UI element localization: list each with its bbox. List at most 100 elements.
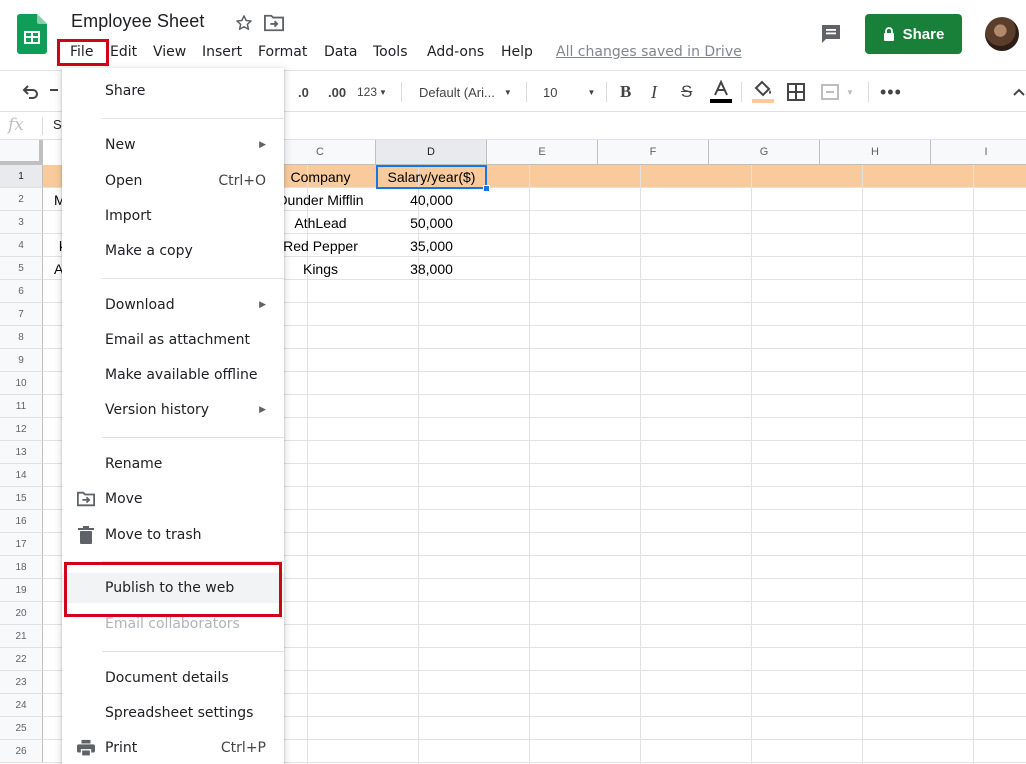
- row-header[interactable]: 4: [0, 234, 43, 257]
- fill-handle[interactable]: [483, 185, 490, 192]
- row-header[interactable]: 11: [0, 395, 43, 418]
- row-header[interactable]: 10: [0, 372, 43, 395]
- select-all-corner[interactable]: [0, 140, 43, 165]
- cell-d4[interactable]: 35,000: [376, 234, 487, 257]
- font-size-label: 10: [543, 84, 558, 100]
- row-header[interactable]: 6: [0, 280, 43, 303]
- redo-icon[interactable]: [50, 71, 62, 113]
- column-header[interactable]: E: [487, 140, 598, 165]
- row-header[interactable]: 18: [0, 556, 43, 579]
- formula-input[interactable]: S: [53, 117, 62, 132]
- increase-decimal-button[interactable]: .00: [328, 71, 346, 113]
- share-button[interactable]: Share: [865, 14, 962, 54]
- move-folder-icon[interactable]: [263, 13, 285, 33]
- decrease-decimal-button[interactable]: .0: [298, 71, 309, 113]
- avatar[interactable]: [985, 17, 1019, 51]
- merge-cells-icon[interactable]: ▼: [820, 71, 854, 113]
- column-header[interactable]: F: [598, 140, 709, 165]
- menu-edit[interactable]: Edit: [110, 44, 137, 60]
- row-header[interactable]: 20: [0, 602, 43, 625]
- menu-open[interactable]: Open Ctrl+O: [62, 166, 284, 196]
- font-family-label: Default (Ari...: [419, 84, 495, 100]
- undo-icon[interactable]: [20, 71, 40, 113]
- menu-insert[interactable]: Insert: [202, 44, 242, 60]
- row-header[interactable]: 8: [0, 326, 43, 349]
- shortcut-label: Ctrl+P: [220, 740, 266, 756]
- menu-make-copy[interactable]: Make a copy: [62, 236, 284, 266]
- font-size-dropdown[interactable]: 10 ▼: [543, 71, 595, 113]
- column-header[interactable]: H: [820, 140, 931, 165]
- row-header[interactable]: 22: [0, 648, 43, 671]
- row-header[interactable]: 17: [0, 533, 43, 556]
- menu-share[interactable]: Share: [62, 76, 284, 106]
- text-color-icon[interactable]: [710, 71, 732, 113]
- number-format-dropdown[interactable]: 123 ▼: [357, 71, 387, 113]
- chevron-down-icon: ▼: [846, 87, 854, 97]
- menu-addons[interactable]: Add-ons: [427, 44, 484, 60]
- row-header[interactable]: 26: [0, 740, 43, 763]
- chevron-down-icon: ▼: [379, 87, 387, 97]
- row-header[interactable]: 9: [0, 349, 43, 372]
- menu-rename[interactable]: Rename: [62, 449, 284, 479]
- more-options-icon[interactable]: •••: [880, 71, 902, 113]
- save-status-link[interactable]: All changes saved in Drive: [556, 44, 742, 60]
- menu-download[interactable]: Download ▶: [62, 290, 284, 320]
- comment-history-icon[interactable]: [819, 22, 843, 46]
- menu-item-label: Make available offline: [105, 367, 258, 383]
- print-icon: [77, 739, 95, 757]
- row-header[interactable]: 24: [0, 694, 43, 717]
- row-header[interactable]: 13: [0, 441, 43, 464]
- menu-email-attachment[interactable]: Email as attachment: [62, 325, 284, 355]
- italic-icon[interactable]: I: [651, 71, 657, 113]
- toolbar-divider: [606, 82, 607, 102]
- menu-help[interactable]: Help: [501, 44, 533, 60]
- font-family-dropdown[interactable]: Default (Ari... ▼: [419, 71, 512, 113]
- column-header[interactable]: G: [709, 140, 820, 165]
- row-header[interactable]: 15: [0, 487, 43, 510]
- row-header[interactable]: 21: [0, 625, 43, 648]
- row-header[interactable]: 19: [0, 579, 43, 602]
- menu-new[interactable]: New ▶: [62, 130, 284, 160]
- column-header[interactable]: I: [931, 140, 1026, 165]
- document-title[interactable]: Employee Sheet: [71, 11, 204, 32]
- menu-version-history[interactable]: Version history ▶: [62, 395, 284, 425]
- row-header[interactable]: 14: [0, 464, 43, 487]
- menu-make-offline[interactable]: Make available offline: [62, 360, 284, 390]
- cell-d3[interactable]: 50,000: [376, 211, 487, 234]
- row-header[interactable]: 25: [0, 717, 43, 740]
- menu-divider: [102, 118, 284, 119]
- app-header: Employee Sheet File Edit View Insert For…: [0, 0, 1026, 70]
- row-header[interactable]: 23: [0, 671, 43, 694]
- formula-divider: [42, 117, 43, 135]
- menu-import[interactable]: Import: [62, 201, 284, 231]
- menu-move[interactable]: Move: [62, 484, 284, 514]
- menu-item-label: Download: [105, 297, 175, 313]
- row-header[interactable]: 1: [0, 165, 43, 188]
- menu-tools[interactable]: Tools: [373, 44, 408, 60]
- row-header[interactable]: 3: [0, 211, 43, 234]
- star-icon[interactable]: [234, 13, 254, 33]
- row-header[interactable]: 16: [0, 510, 43, 533]
- menu-view[interactable]: View: [153, 44, 186, 60]
- bold-icon[interactable]: B: [620, 71, 631, 113]
- menu-spreadsheet-settings[interactable]: Spreadsheet settings: [62, 698, 284, 728]
- menu-format[interactable]: Format: [258, 44, 307, 60]
- menu-data[interactable]: Data: [324, 44, 357, 60]
- menu-document-details[interactable]: Document details: [62, 663, 284, 693]
- row-header[interactable]: 2: [0, 188, 43, 211]
- row-header[interactable]: 7: [0, 303, 43, 326]
- cell-d2[interactable]: 40,000: [376, 188, 487, 211]
- strikethrough-icon[interactable]: S: [681, 71, 692, 113]
- sheets-logo-icon[interactable]: [17, 14, 47, 54]
- collapse-toolbar-icon[interactable]: [1013, 71, 1025, 113]
- fill-color-icon[interactable]: [752, 71, 774, 113]
- row-header[interactable]: 5: [0, 257, 43, 280]
- cell-d5[interactable]: 38,000: [376, 257, 487, 280]
- column-header[interactable]: D: [376, 140, 487, 165]
- menu-move-to-trash[interactable]: Move to trash: [62, 520, 284, 550]
- menu-print[interactable]: Print Ctrl+P: [62, 733, 284, 763]
- borders-icon[interactable]: [786, 71, 806, 113]
- share-button-label: Share: [902, 25, 945, 43]
- row-header[interactable]: 12: [0, 418, 43, 441]
- menu-item-label: Email as attachment: [105, 332, 250, 348]
